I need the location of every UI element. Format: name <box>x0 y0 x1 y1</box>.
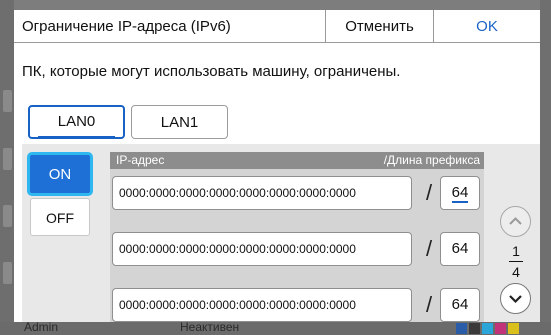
prefix-separator: / <box>425 180 433 205</box>
ip-address-field-2[interactable]: 0000:0000:0000:0000:0000:0000:0000:0000 <box>112 232 412 266</box>
header-ip-address: IP-адрес <box>116 153 165 167</box>
list-header: IP-адрес /Длина префикса <box>110 152 484 169</box>
background-slot <box>3 148 12 170</box>
ink-levels <box>456 323 519 334</box>
settings-panel: ON OFF IP-адрес /Длина префикса 0000:000… <box>22 144 540 322</box>
ink-c-icon <box>482 323 493 334</box>
ink-icon <box>456 323 467 334</box>
ink-y-icon <box>508 323 519 334</box>
chevron-down-icon <box>509 295 522 304</box>
background-slot <box>3 205 12 227</box>
cancel-button[interactable]: Отменить <box>325 10 433 43</box>
dialog-description: ПК, которые могут использовать машину, о… <box>22 63 401 80</box>
prefix-length-field-2[interactable]: 64 <box>440 232 480 266</box>
header-prefix-length: /Длина префикса <box>383 153 480 167</box>
page-total: 4 <box>512 264 520 280</box>
prefix-length-field-3[interactable]: 64 <box>440 288 480 322</box>
ip-address-field-1[interactable]: 0000:0000:0000:0000:0000:0000:0000:0000 <box>112 176 412 210</box>
tab-lan0[interactable]: LAN0 <box>28 105 125 139</box>
dialog-title: Ограничение IP-адреса (IPv6) <box>22 18 231 35</box>
ip-address-field-3[interactable]: 0000:0000:0000:0000:0000:0000:0000:0000 <box>112 288 412 322</box>
page-current: 1 <box>512 243 520 259</box>
pagination-column: 1 4 <box>492 144 540 322</box>
prefix-separator: / <box>425 292 433 317</box>
status-user: Admin <box>24 320 59 334</box>
background-edge <box>540 0 551 335</box>
scroll-down-button[interactable] <box>500 283 531 314</box>
ink-k-icon <box>469 323 480 334</box>
chevron-up-icon <box>509 217 522 225</box>
onoff-toggle-group: ON OFF <box>22 144 98 322</box>
status-state: Неактивен <box>180 320 240 334</box>
scroll-up-button[interactable] <box>500 206 531 237</box>
off-button[interactable]: OFF <box>30 198 90 236</box>
prefix-length-field-1[interactable]: 64 <box>440 176 480 210</box>
background-sidebar <box>0 0 14 335</box>
prefix-separator: / <box>425 236 433 261</box>
on-button[interactable]: ON <box>27 152 93 196</box>
page-fraction-bar <box>509 261 523 262</box>
background-slot <box>3 262 12 284</box>
dialog-header: Ограничение IP-адреса (IPv6) Отменить OK <box>14 10 540 43</box>
ipv6-restriction-dialog: Ограничение IP-адреса (IPv6) Отменить OK… <box>14 10 540 322</box>
ok-button[interactable]: OK <box>433 10 540 43</box>
background-slot <box>3 90 12 112</box>
ip-address-list: IP-адрес /Длина префикса 0000:0000:0000:… <box>110 152 484 322</box>
prefix-value: 64 <box>451 184 469 203</box>
ink-m-icon <box>495 323 506 334</box>
background-status-bar: Admin Неактивен <box>0 320 551 335</box>
tab-lan1[interactable]: LAN1 <box>131 105 228 139</box>
